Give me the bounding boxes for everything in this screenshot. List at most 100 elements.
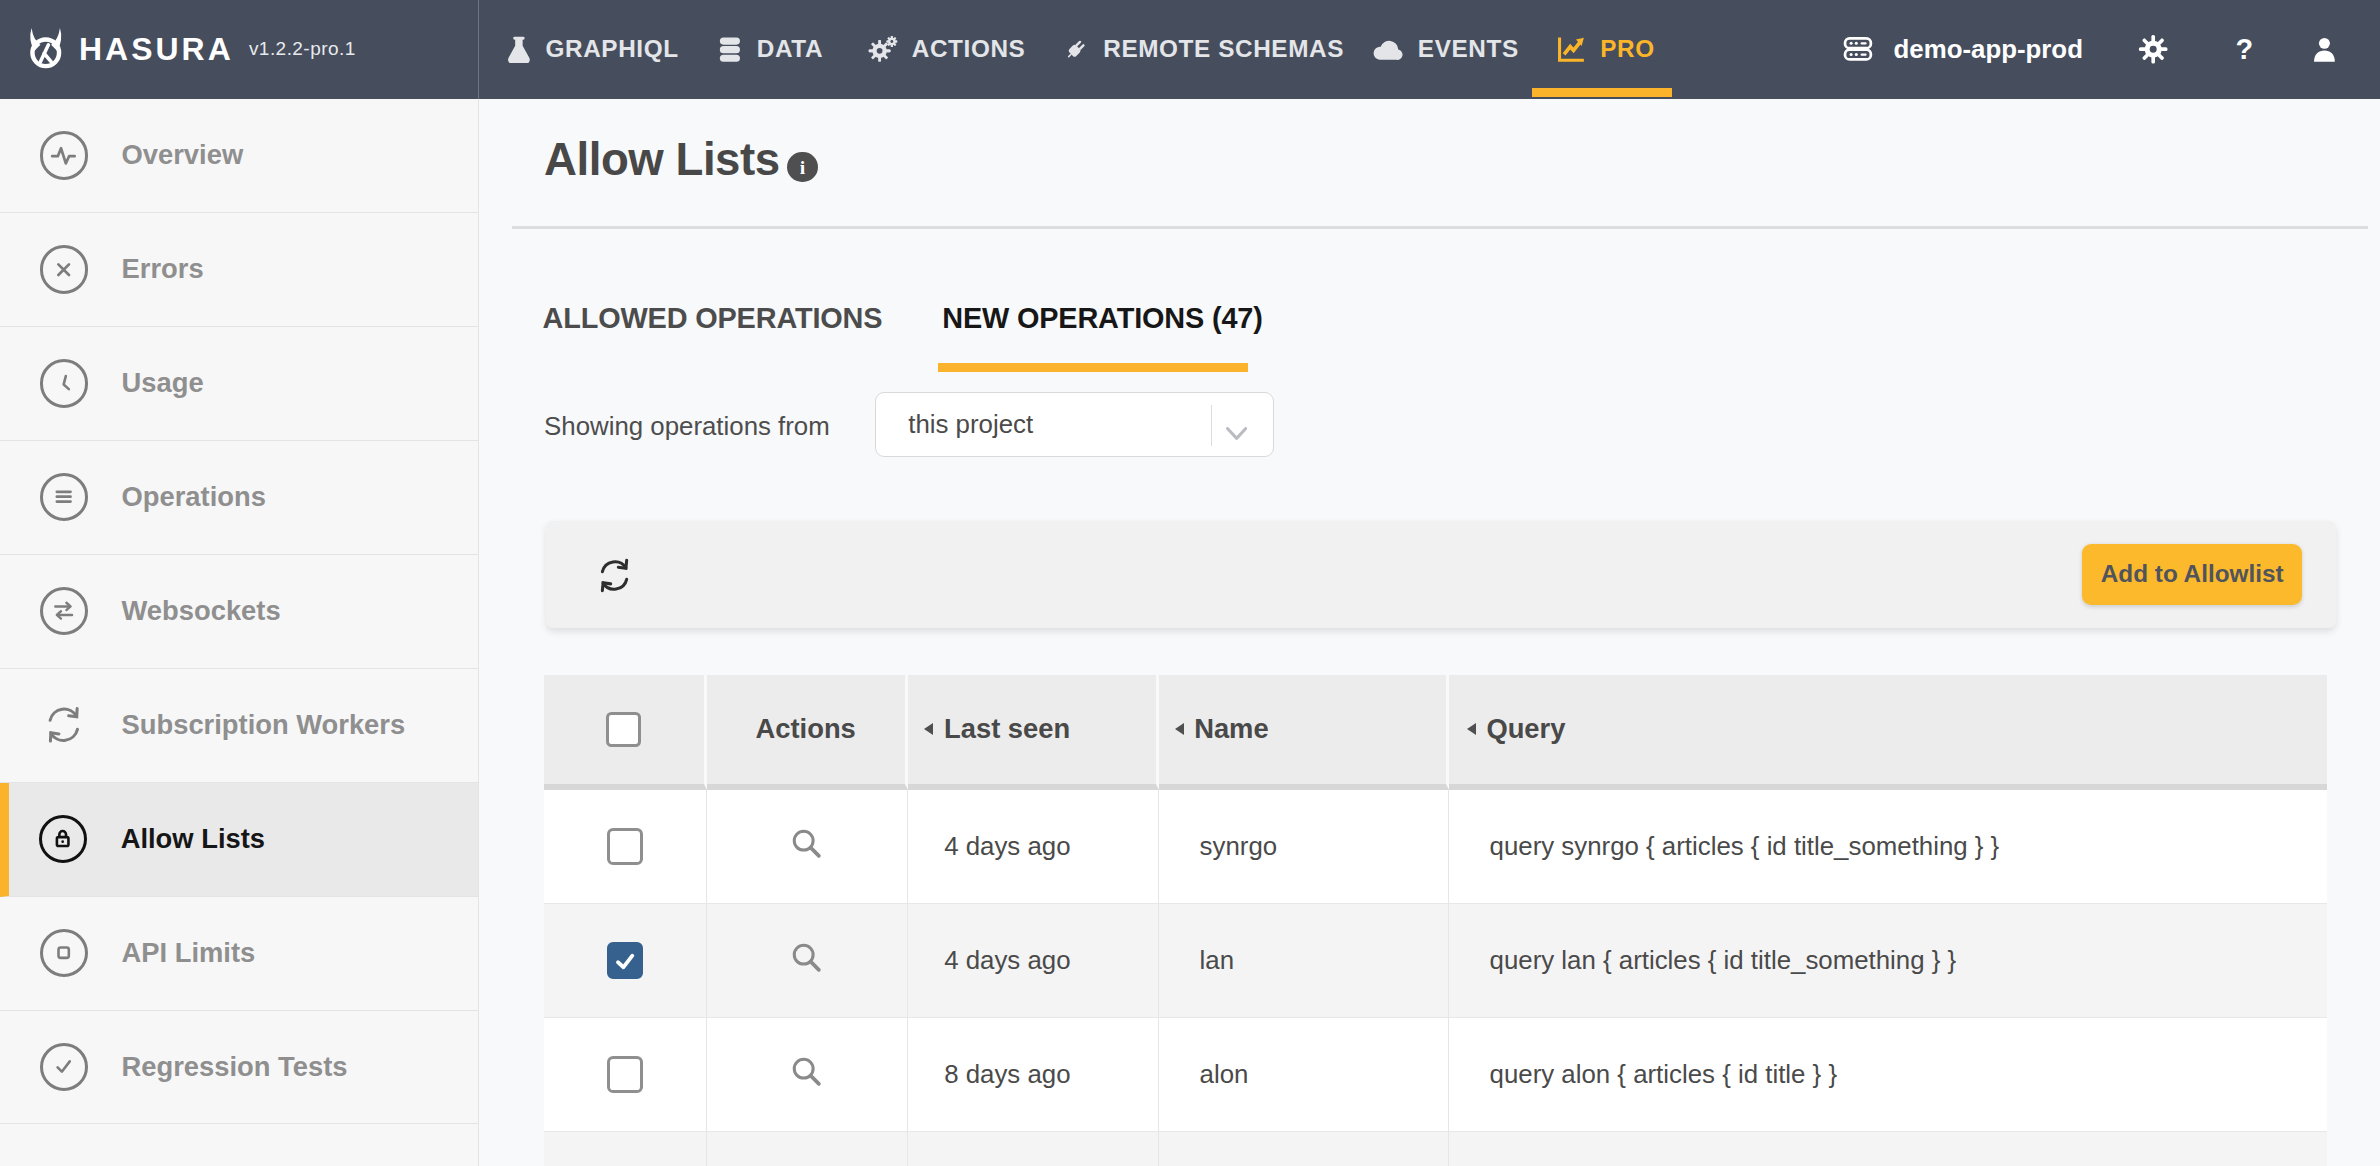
dropdown-value: this project	[908, 410, 1033, 439]
sidebar-item-regression-tests[interactable]: Regression Tests	[0, 1011, 478, 1125]
operations-table: Actions Last seen Name Query	[544, 675, 2327, 1166]
nav-item-data[interactable]: DATA	[717, 0, 823, 99]
help-button[interactable]: ?	[2235, 0, 2253, 99]
nav-item-label: REMOTE SCHEMAS	[1103, 35, 1344, 63]
refresh-icon	[40, 701, 89, 750]
nav-item-label: GRAPHIQL	[546, 35, 679, 63]
sidebar-item-label: Operations	[122, 481, 266, 513]
square-icon	[40, 929, 89, 978]
sidebar-item-label: Usage	[122, 367, 204, 399]
row-cell-select	[544, 904, 707, 1018]
active-tab-underline	[938, 363, 1248, 372]
clock-icon	[40, 359, 89, 408]
sidebar-item-label: Regression Tests	[122, 1051, 348, 1083]
database-icon	[717, 36, 743, 63]
nav-item-actions[interactable]: ACTIONS	[868, 0, 1026, 99]
divider	[512, 226, 2368, 229]
tab-allowed-operations[interactable]: ALLOWED OPERATIONS	[543, 302, 883, 335]
sidebar-item-operations[interactable]: Operations	[0, 441, 478, 555]
sidebar-item-usage[interactable]: Usage	[0, 327, 478, 441]
brand-name: HASURA	[79, 31, 234, 68]
nav-item-remote-schemas[interactable]: REMOTE SCHEMAS	[1062, 0, 1344, 99]
gear-icon	[2138, 34, 2168, 64]
nav-item-label: EVENTS	[1418, 35, 1519, 63]
header-cell-select	[544, 675, 707, 790]
row-cell-select	[544, 1132, 707, 1165]
nav-item-pro[interactable]: PRO	[1555, 0, 1655, 99]
top-navbar: HASURA v1.2.2-pro.1 GRAPHIQL DATA	[0, 0, 2380, 99]
header-cell-actions[interactable]: Actions	[707, 675, 908, 790]
lock-icon	[39, 815, 88, 864]
user-button[interactable]	[2310, 0, 2339, 99]
server-icon	[1842, 33, 1874, 65]
row-cell-name: alon	[1159, 1018, 1449, 1132]
filter-label: Showing operations from	[544, 412, 830, 441]
row-cell-name: synrgo	[1159, 790, 1449, 904]
table-row: 4 days ago synrgo query synrgo { article…	[544, 790, 2327, 904]
plug-icon	[1062, 36, 1089, 63]
sidebar-item-label: Errors	[122, 253, 204, 285]
sort-caret-icon	[1175, 723, 1184, 735]
nav-item-graphiql[interactable]: GRAPHIQL	[506, 0, 679, 99]
sort-caret-icon	[1467, 723, 1476, 735]
nav-item-label: ACTIONS	[912, 35, 1026, 63]
row-cell-query	[1449, 1132, 2327, 1165]
logo-section[interactable]: HASURA v1.2.2-pro.1	[0, 0, 479, 99]
row-checkbox[interactable]	[607, 942, 643, 978]
search-icon[interactable]	[790, 827, 823, 866]
table-header-row: Actions Last seen Name Query	[544, 675, 2327, 790]
header-cell-last-seen[interactable]: Last seen	[908, 675, 1159, 790]
refresh-button[interactable]	[594, 555, 635, 602]
chevron-down-icon	[1226, 419, 1247, 447]
sidebar-item-errors[interactable]: Errors	[0, 213, 478, 327]
check-icon	[40, 1043, 89, 1092]
search-icon[interactable]	[790, 941, 823, 980]
sidebar-item-allow-lists[interactable]: Allow Lists	[0, 783, 478, 897]
arrows-swap-icon	[40, 587, 89, 636]
row-cell-select	[544, 790, 707, 904]
nav-item-events[interactable]: EVENTS	[1372, 0, 1518, 99]
row-cell-actions	[707, 1018, 908, 1132]
add-to-allowlist-button[interactable]: Add to Allowlist	[2082, 544, 2302, 605]
info-icon[interactable]: i	[787, 152, 817, 182]
header-cell-query[interactable]: Query	[1449, 675, 2327, 790]
sidebar-item-label: Subscription Workers	[122, 709, 406, 741]
sidebar: Overview Errors Usage Operations	[0, 99, 479, 1166]
row-checkbox[interactable]	[607, 828, 643, 864]
project-selector[interactable]: demo-app-prod	[1842, 0, 2083, 99]
dropdown-separator	[1211, 405, 1213, 446]
sidebar-item-label: API Limits	[122, 937, 256, 969]
row-cell-last-seen: 4 days ago	[908, 790, 1159, 904]
project-filter-dropdown[interactable]: this project	[875, 392, 1273, 457]
sidebar-item-subscription-workers[interactable]: Subscription Workers	[0, 669, 478, 783]
row-cell-last-seen: 8 days ago	[908, 1018, 1159, 1132]
version-label: v1.2.2-pro.1	[249, 38, 356, 60]
sidebar-item-label: Websockets	[122, 595, 281, 627]
row-cell-query: query synrgo { articles { id title_somet…	[1449, 790, 2327, 904]
row-cell-actions	[707, 1132, 908, 1165]
search-icon[interactable]	[790, 1055, 823, 1094]
sidebar-item-overview[interactable]: Overview	[0, 99, 478, 213]
row-cell-actions	[707, 904, 908, 1018]
row-cell-select	[544, 1018, 707, 1132]
settings-button[interactable]	[2138, 0, 2168, 99]
row-cell-name: lan	[1159, 904, 1449, 1018]
nav-item-label: DATA	[757, 35, 823, 63]
table-row: 8 days ago alon query alon { articles { …	[544, 1018, 2327, 1132]
pulse-icon	[40, 131, 89, 180]
row-checkbox[interactable]	[607, 1056, 643, 1092]
tab-new-operations[interactable]: NEW OPERATIONS (47)	[942, 302, 1262, 335]
select-all-checkbox[interactable]	[606, 712, 641, 747]
sidebar-item-label: Overview	[122, 139, 244, 171]
line-chart-icon	[1555, 33, 1587, 65]
sidebar-item-websockets[interactable]: Websockets	[0, 555, 478, 669]
list-icon	[40, 473, 89, 522]
sort-caret-icon	[924, 723, 933, 735]
sidebar-item-label: Allow Lists	[121, 823, 265, 855]
help-label: ?	[2235, 33, 2253, 66]
header-cell-name[interactable]: Name	[1159, 675, 1449, 790]
gears-icon	[868, 35, 898, 64]
sidebar-item-api-limits[interactable]: API Limits	[0, 897, 478, 1011]
page-title: Allow Lists	[544, 134, 780, 186]
project-name: demo-app-prod	[1894, 35, 2083, 64]
